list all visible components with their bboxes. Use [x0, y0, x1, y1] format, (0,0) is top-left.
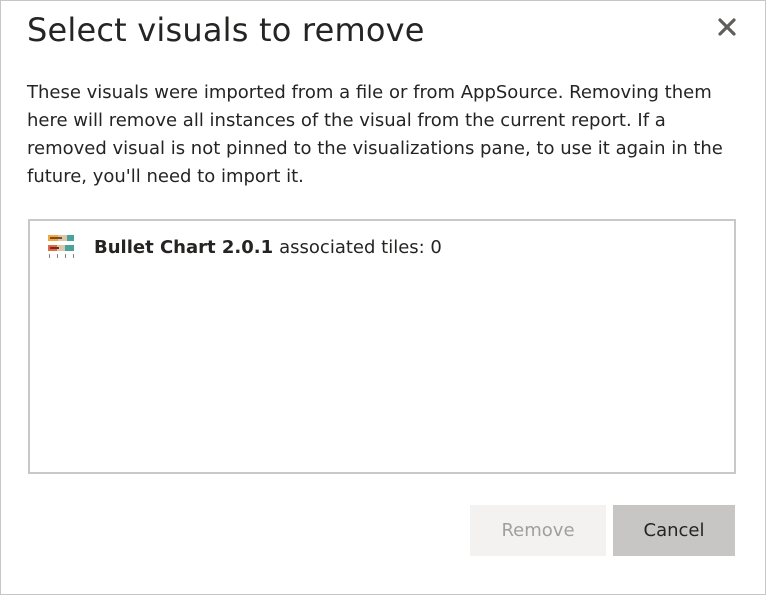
close-icon: [718, 18, 736, 36]
visuals-list[interactable]: Bullet Chart 2.0.1 associated tiles: 0: [28, 219, 736, 474]
close-button[interactable]: [711, 11, 743, 43]
dialog-description: These visuals were imported from a file …: [27, 82, 723, 187]
bullet-chart-icon: [48, 235, 74, 258]
cancel-button[interactable]: Cancel: [613, 505, 735, 556]
dialog-title: Select visuals to remove: [27, 11, 425, 49]
remove-visuals-dialog: Select visuals to remove These visuals w…: [0, 0, 766, 595]
list-item[interactable]: Bullet Chart 2.0.1 associated tiles: 0: [46, 233, 442, 261]
visual-name: Bullet Chart 2.0.1: [94, 236, 274, 258]
remove-button[interactable]: Remove: [470, 505, 606, 556]
visual-associated-tiles: associated tiles: 0: [279, 236, 442, 258]
